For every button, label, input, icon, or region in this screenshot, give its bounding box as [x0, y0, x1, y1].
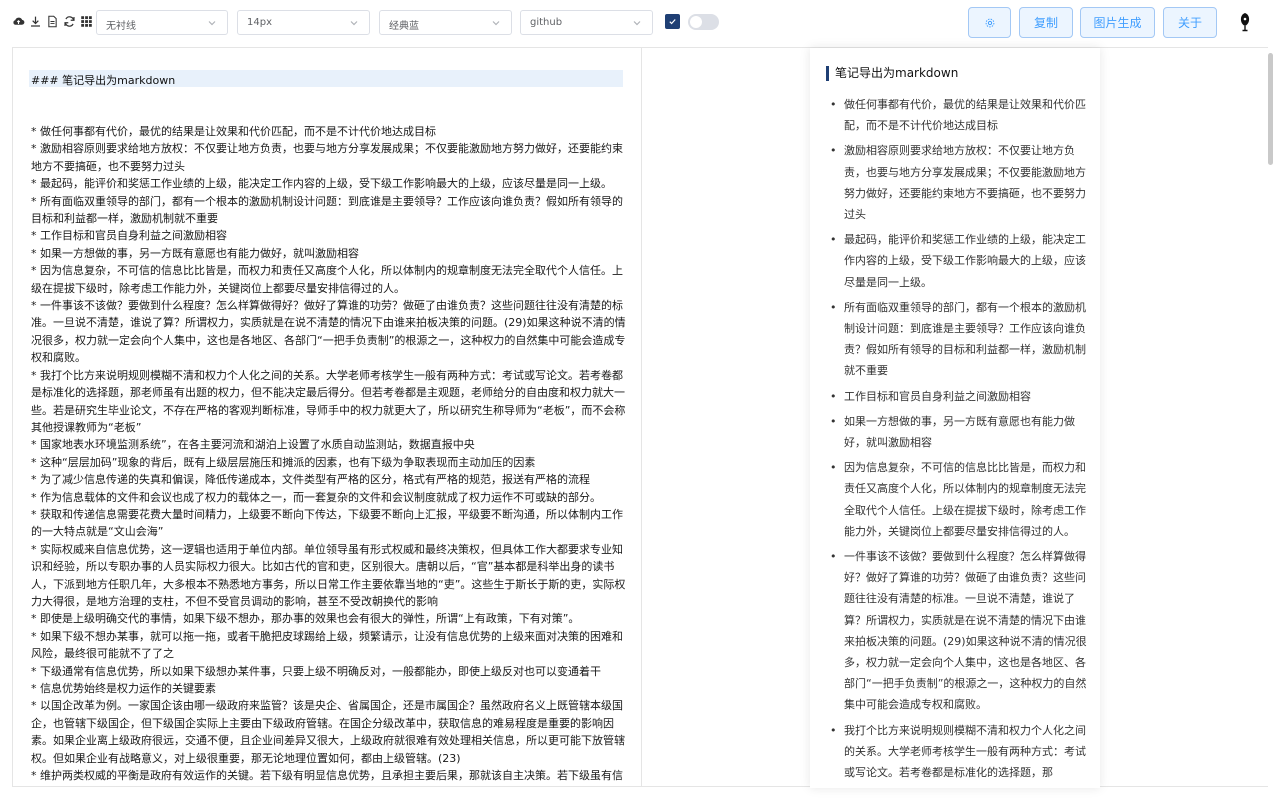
- document-icon[interactable]: [46, 14, 59, 28]
- chevron-down-icon: [350, 21, 358, 26]
- grid-icon[interactable]: [80, 14, 93, 28]
- editor-line: * 如果下级不想办某事，就可以拖一拖，或者干脆把皮球踢给上级，频繁请示，让没有信…: [31, 629, 623, 661]
- refresh-icon[interactable]: [63, 14, 76, 28]
- copy-button[interactable]: 复制: [1019, 7, 1073, 38]
- theme-value: 经典蓝: [389, 21, 419, 32]
- font-size-value: 14px: [247, 17, 272, 28]
- app-logo-icon[interactable]: [1234, 11, 1256, 33]
- preview-list-item: 一件事该不该做？要做到什么程度？怎么样算做得好？做好了算谁的功劳？做砸了由谁负责…: [828, 546, 1088, 716]
- toolbar-icons: [12, 14, 93, 28]
- editor-line: * 下级通常有信息优势，所以如果下级想办某件事，只要上级不明确反对，一般都能办，…: [31, 664, 601, 678]
- editor-heading-line: ### 笔记导出为markdown: [31, 74, 176, 87]
- toolbar: 无衬线 14px 经典蓝 github 复制 图片生成 关于: [0, 0, 1280, 46]
- editor-line: * 以国企改革为例。一家国企该由哪一级政府来监管？该是央企、省属国企，还是市属国…: [31, 699, 625, 765]
- chevron-down-icon: [633, 21, 641, 26]
- editor-line: * 我打个比方来说明规则模糊不清和权力个人化之间的关系。大学老师考核学生一般有两…: [31, 368, 626, 434]
- image-generate-label: 图片生成: [1093, 16, 1142, 30]
- preview-list-item: 激励相容原则要求给地方放权：不仅要让地方负责，也要与地方分享发展成果；不仅要能激…: [828, 140, 1088, 225]
- preview-list-item: 工作目标和官员自身利益之间激励相容: [828, 386, 1088, 407]
- code-theme-select[interactable]: github: [520, 10, 653, 35]
- editor-line: * 因为信息复杂，不可信的信息比比皆是，而权力和责任又高度个人化，所以体制内的规…: [31, 264, 623, 295]
- editor-line: * 一件事该不该做？要做到什么程度？怎么样算做得好？做好了算谁的功劳？做砸了由谁…: [31, 299, 626, 365]
- preview-scrollbar[interactable]: [1268, 47, 1274, 787]
- image-generate-button[interactable]: 图片生成: [1080, 7, 1155, 38]
- color-checkbox[interactable]: [665, 14, 680, 29]
- copy-button-label: 复制: [1033, 16, 1058, 30]
- preview-pane: 笔记导出为markdown 做任何事都有代价，最优的结果是让效果和代价匹配，而不…: [642, 47, 1268, 788]
- preview-list-item: 我打个比方来说明规则模糊不清和权力个人化之间的关系。大学老师考核学生一般有两种方…: [828, 720, 1088, 784]
- about-button-label: 关于: [1177, 16, 1202, 30]
- editor-line: * 如果一方想做的事，另一方既有意愿也有能力做好，就叫激励相容: [31, 246, 359, 260]
- font-family-select[interactable]: 无衬线: [96, 10, 228, 35]
- toggle-knob: [690, 16, 702, 28]
- editor-line: * 即使是上级明确交代的事情，如果下级不想办，那办事的效果也会有很大的弹性，所谓…: [31, 612, 580, 626]
- editor-line: * 获取和传递信息需要花费大量时间精力，上级要不断向下传达，下级要不断向上汇报，…: [31, 507, 623, 539]
- scrollbar-thumb[interactable]: [1268, 53, 1273, 165]
- editor-line: * 最起码，能评价和奖惩工作业绩的上级，能决定工作内容的上级，受下级工作影响最大…: [31, 177, 612, 191]
- preview-list: 做任何事都有代价，最优的结果是让效果和代价匹配，而不是不计代价地达成目标激励相容…: [828, 94, 1088, 787]
- preview-list-item: 最起码，能评价和奖惩工作业绩的上级，能决定工作内容的上级，受下级工作影响最大的上…: [828, 229, 1088, 293]
- editor-line: * 做任何事都有代价，最优的结果是让效果和代价匹配，而不是不计代价地达成目标: [31, 125, 436, 138]
- theme-select[interactable]: 经典蓝: [379, 10, 512, 35]
- editor-line: * 作为信息载体的文件和会议也成了权力的载体之一，而一套复杂的文件和会议制度就成…: [31, 490, 601, 504]
- editor-line: * 这种“层层加码”现象的背后，既有上级层层施压和摊派的因素，也有下级为争取表现…: [31, 455, 536, 469]
- editor-line: * 所有面临双重领导的部门，都有一个根本的激励机制设计问题：到底谁是主要领导？工…: [31, 194, 623, 226]
- editor-line: * 实际权威来自信息优势，这一逻辑也适用于单位内部。单位领导虽有形式权威和最终决…: [31, 542, 626, 608]
- preview-list-item: 所有面临双重领导的部门，都有一个根本的激励机制设计问题：到底谁是主要领导？工作应…: [828, 297, 1088, 382]
- editor-line: * 国家地表水环境监测系统”，在各主要河流和湖泊上设置了水质自动监测站，数据直报…: [31, 438, 475, 452]
- cloud-upload-icon[interactable]: [12, 14, 25, 28]
- chevron-down-icon: [208, 21, 216, 26]
- editor-line: * 工作目标和官员自身利益之间激励相容: [31, 229, 227, 243]
- chevron-down-icon: [492, 21, 500, 26]
- check-icon: [669, 19, 676, 25]
- editor-line: * 维护两类权威的平衡是政府有效运作的关键。若下级有明显信息优势，且承担主要后果…: [31, 769, 623, 783]
- preview-list-item: 因为信息复杂，不可信的信息比比皆是，而权力和责任又高度个人化，所以体制内的规章制…: [828, 457, 1088, 542]
- editor-line: * 激励相容原则要求给地方放权：不仅要让地方负责，也要与地方分享发展成果；不仅要…: [31, 142, 623, 173]
- gear-icon: [985, 18, 994, 27]
- font-size-select[interactable]: 14px: [237, 10, 370, 35]
- settings-button[interactable]: [968, 7, 1011, 38]
- mac-style-toggle[interactable]: [688, 14, 719, 30]
- preview-list-item: 做任何事都有代价，最优的结果是让效果和代价匹配，而不是不计代价地达成目标: [828, 94, 1088, 136]
- preview-list-item: 如果一方想做的事，另一方既有意愿也有能力做好，就叫激励相容: [828, 411, 1088, 453]
- font-family-value: 无衬线: [106, 21, 136, 32]
- editor-line: * 为了减少信息传递的失真和偏误，降低传递成本，文件类型有严格的区分，格式有严格…: [31, 473, 590, 487]
- editor-content[interactable]: * 做任何事都有代价，最优的结果是让效果和代价匹配，而不是不计代价地达成目标 * …: [31, 123, 629, 784]
- markdown-editor[interactable]: ### 笔记导出为markdown * 做任何事都有代价，最优的结果是让效果和代…: [12, 47, 642, 787]
- preview-title: 笔记导出为markdown: [826, 66, 958, 81]
- editor-line: * 信息优势始终是权力运作的关键要素: [31, 682, 216, 695]
- code-theme-value: github: [530, 17, 563, 28]
- download-icon[interactable]: [29, 14, 42, 28]
- about-button[interactable]: 关于: [1163, 7, 1217, 38]
- preview-card: 笔记导出为markdown 做任何事都有代价，最优的结果是让效果和代价匹配，而不…: [810, 48, 1100, 788]
